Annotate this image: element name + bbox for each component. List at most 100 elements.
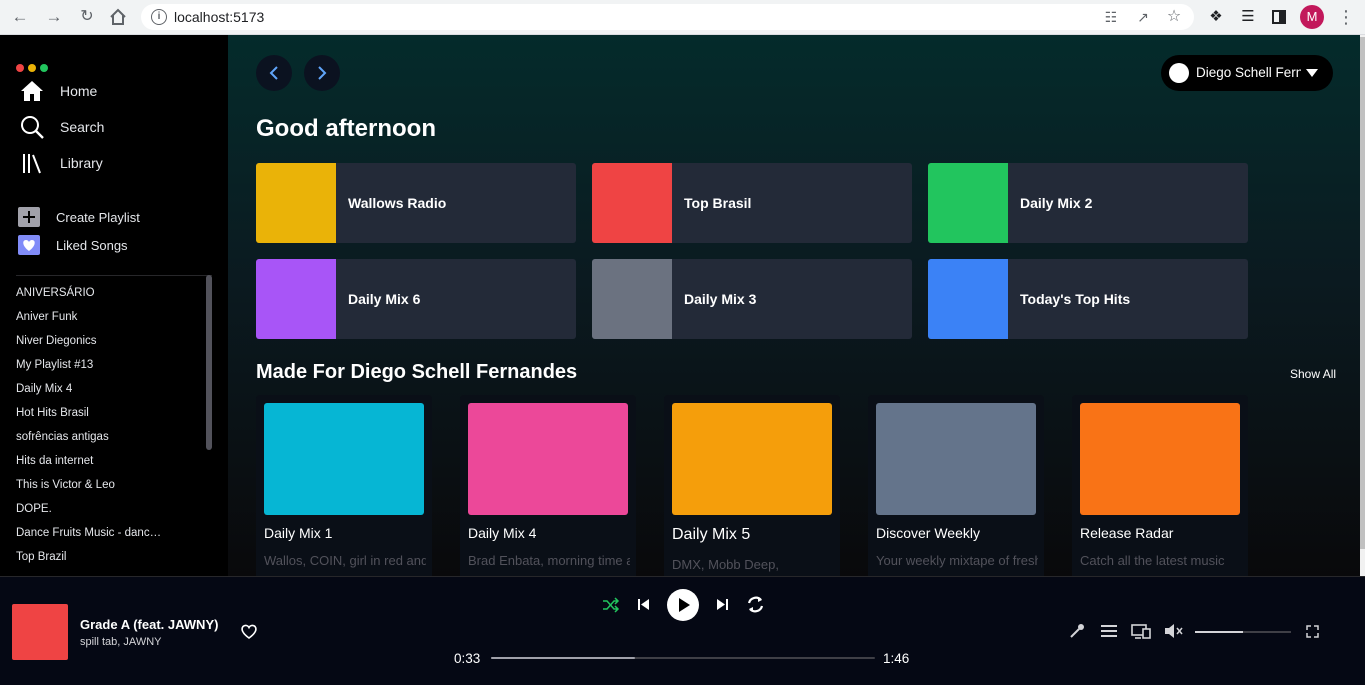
sidebar-item-home[interactable]: Home xyxy=(20,79,210,105)
card-title: Daily Mix 1 xyxy=(264,525,333,541)
playlist-item[interactable]: Hits da internet xyxy=(16,449,204,473)
sidebar-item-label: Home xyxy=(60,83,98,99)
duration-time: 1:46 xyxy=(883,651,910,666)
chevron-left-icon xyxy=(269,66,278,80)
skip-forward-icon[interactable] xyxy=(716,598,729,611)
playlist-item[interactable]: My Playlist #13 xyxy=(16,353,204,377)
playlist-card[interactable]: Release Radar Catch all the latest music xyxy=(1072,395,1248,576)
user-menu-button[interactable]: Diego Schell Fernandes xyxy=(1161,55,1333,91)
play-icon xyxy=(679,598,690,612)
translate-icon[interactable]: ☷ xyxy=(1102,8,1120,26)
card-subtitle: Your weekly mixtape of fresh music xyxy=(876,553,1038,568)
devices-icon[interactable] xyxy=(1131,624,1151,639)
quick-pick-title: Daily Mix 6 xyxy=(348,291,421,307)
card-subtitle: Wallos, COIN, girl in red and more xyxy=(264,553,426,568)
media-icon[interactable]: ☰ xyxy=(1238,7,1258,27)
cover-art xyxy=(928,259,1008,339)
liked-songs-button[interactable]: Liked Songs xyxy=(18,235,208,257)
side-panel-icon[interactable] xyxy=(1269,7,1289,27)
minimize-dot[interactable] xyxy=(28,64,36,72)
volume-icon[interactable] xyxy=(1164,623,1184,639)
cover-art xyxy=(256,259,336,339)
extensions-icon[interactable]: ❖ xyxy=(1206,7,1226,27)
playlist-item[interactable]: Hot Hits Brasil xyxy=(16,401,204,425)
reload-icon[interactable]: ↻ xyxy=(75,6,99,28)
playlist-item[interactable]: Dance Fruits Music - dance music xyxy=(16,521,166,545)
quick-pick-item[interactable]: Top Brasil xyxy=(592,163,912,243)
scrollbar-thumb[interactable] xyxy=(206,275,212,450)
cover-art xyxy=(1080,403,1240,515)
playlist-item[interactable]: Daily Mix 4 xyxy=(16,377,204,401)
quick-pick-item[interactable]: Wallows Radio xyxy=(256,163,576,243)
page-scrollbar[interactable] xyxy=(1360,35,1365,576)
shuffle-icon[interactable] xyxy=(602,597,620,613)
menu-icon[interactable]: ⋮ xyxy=(1337,6,1355,28)
playlist-item[interactable]: This is Victor & Leo xyxy=(16,473,204,497)
quick-pick-item[interactable]: Daily Mix 3 xyxy=(592,259,912,339)
quick-pick-item[interactable]: Daily Mix 2 xyxy=(928,163,1248,243)
track-artist: spill tab, JAWNY xyxy=(80,636,162,648)
forward-button[interactable] xyxy=(304,55,340,91)
library-icon xyxy=(23,154,41,174)
maximize-dot[interactable] xyxy=(40,64,48,72)
quick-pick-title: Daily Mix 3 xyxy=(684,291,757,307)
section-title: Made For Diego Schell Fernandes xyxy=(256,361,578,383)
cover-art xyxy=(468,403,628,515)
info-icon[interactable]: i xyxy=(151,9,167,25)
sidebar-item-label: Search xyxy=(60,119,105,135)
address-bar[interactable]: i localhost:5173 ☷ ↗ ☆ xyxy=(141,4,1194,30)
create-playlist-label: Create Playlist xyxy=(56,210,140,225)
url-text[interactable]: localhost:5173 xyxy=(174,9,264,25)
share-icon[interactable]: ↗ xyxy=(1134,8,1152,26)
playlist-card[interactable]: Daily Mix 4 Brad Enbata, morning time an… xyxy=(460,395,636,576)
playlist-item[interactable]: Aniver Funk xyxy=(16,305,204,329)
elapsed-time: 0:33 xyxy=(454,651,481,666)
forward-arrow-icon[interactable]: → xyxy=(42,6,66,28)
progress-bar[interactable] xyxy=(491,657,875,659)
sidebar-item-library[interactable]: Library xyxy=(20,151,210,177)
playlist-card[interactable]: Discover Weekly Your weekly mixtape of f… xyxy=(868,395,1044,576)
scrollbar-thumb[interactable] xyxy=(1360,37,1365,549)
home-icon[interactable] xyxy=(106,6,130,28)
playlist-item[interactable]: ANIVERSÁRIO xyxy=(16,281,204,305)
page-title: Good afternoon xyxy=(256,115,436,142)
user-name: Diego Schell Fernandes xyxy=(1196,65,1301,80)
playlist-card[interactable]: Daily Mix 1 Wallos, COIN, girl in red an… xyxy=(256,395,432,576)
volume-slider[interactable] xyxy=(1195,631,1291,633)
create-playlist-button[interactable]: Create Playlist xyxy=(18,207,208,229)
playlist-item[interactable]: Top Brazil xyxy=(16,545,204,569)
playlist-item[interactable]: DOPE. xyxy=(16,497,204,521)
back-button[interactable] xyxy=(256,55,292,91)
sidebar-scrollbar[interactable] xyxy=(206,275,212,565)
playlist-item[interactable]: Niver Diegonics xyxy=(16,329,204,353)
close-dot[interactable] xyxy=(16,64,24,72)
queue-icon[interactable] xyxy=(1100,624,1118,638)
show-all-link[interactable]: Show All xyxy=(1290,367,1336,381)
play-button[interactable] xyxy=(667,589,699,621)
cover-art xyxy=(256,163,336,243)
microphone-icon[interactable] xyxy=(1069,623,1085,639)
card-subtitle: DMX, Mobb Deep, xyxy=(672,557,779,572)
fullscreen-icon[interactable] xyxy=(1306,625,1319,638)
playlist-list: ANIVERSÁRIO Aniver Funk Niver Diegonics … xyxy=(16,281,204,569)
star-icon[interactable]: ☆ xyxy=(1165,8,1183,26)
cover-art xyxy=(876,403,1036,515)
quick-pick-item[interactable]: Today's Top Hits xyxy=(928,259,1248,339)
playlist-card[interactable]: Daily Mix 5 DMX, Mobb Deep, xyxy=(664,395,840,576)
heart-icon[interactable] xyxy=(240,623,258,640)
playlist-item[interactable]: sofrências antigas xyxy=(16,425,204,449)
repeat-icon[interactable] xyxy=(745,594,766,615)
skip-back-icon[interactable] xyxy=(637,598,650,611)
divider xyxy=(16,275,212,276)
chevron-right-icon xyxy=(318,66,327,80)
sidebar-item-label: Library xyxy=(60,155,103,171)
track-title: Grade A (feat. JAWNY) xyxy=(80,617,219,632)
profile-avatar[interactable]: M xyxy=(1300,5,1324,29)
sidebar-item-search[interactable]: Search xyxy=(20,115,210,141)
quick-pick-item[interactable]: Daily Mix 6 xyxy=(256,259,576,339)
cover-art xyxy=(592,163,672,243)
back-arrow-icon[interactable]: ← xyxy=(8,6,32,28)
card-title: Daily Mix 5 xyxy=(672,526,751,543)
cover-art xyxy=(928,163,1008,243)
quick-pick-title: Today's Top Hits xyxy=(1020,291,1131,307)
